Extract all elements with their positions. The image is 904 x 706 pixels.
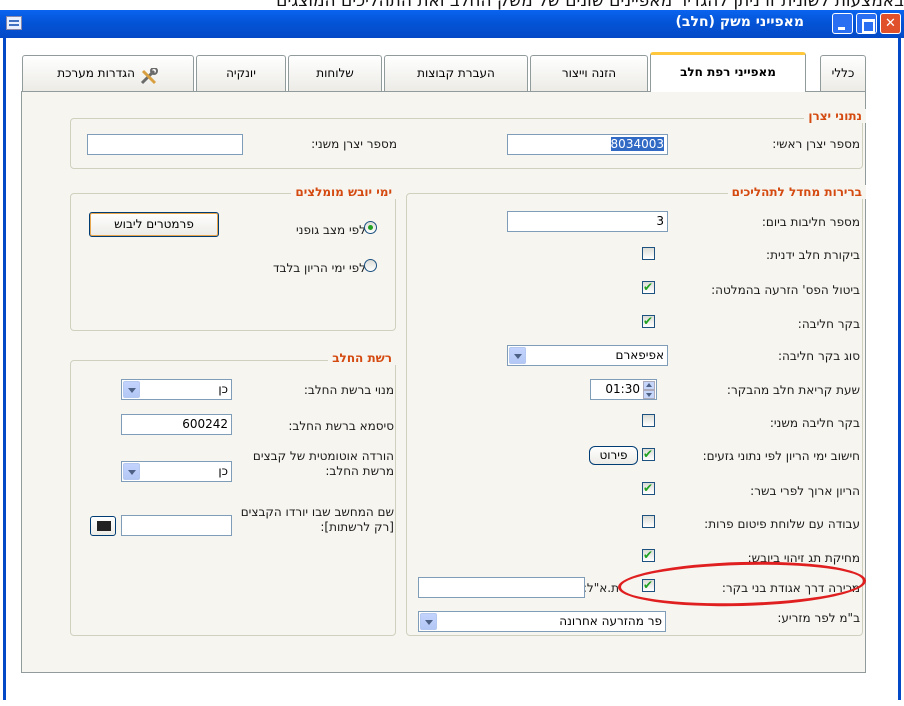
secondary-controller-label: בקר חליבה משני: (769, 416, 860, 430)
secondary-producer-label: מספר יצרן משני: (311, 137, 397, 151)
subscribed-label: מנוי ברשת החלב: (303, 383, 394, 397)
long-pregnancy-checkbox[interactable] (642, 481, 655, 495)
main-producer-input[interactable]: 8034003 (507, 134, 668, 155)
chevron-down-icon[interactable] (509, 347, 526, 364)
count-label: ב"מ לפר מזריע: (777, 611, 860, 625)
password-label: סיסמא ברשת החלב: (288, 419, 394, 433)
count-value: פר מהזרעה אחרונה (559, 614, 662, 628)
fattening-checkbox[interactable] (642, 515, 655, 528)
calc-days-checkbox[interactable] (642, 447, 655, 461)
minimize-button[interactable] (832, 13, 853, 34)
milk-network-group (70, 360, 396, 636)
secondary-controller-checkbox[interactable] (642, 414, 655, 427)
id-input[interactable] (418, 577, 585, 598)
window-title: מאפייני משק (חלב) (675, 14, 804, 30)
computer-name-label: שם המחשב שבו יורדו הקבצים [רק לרשתות]: (240, 505, 394, 534)
chevron-down-icon[interactable] (123, 381, 140, 398)
computer-icon (97, 521, 111, 531)
window-menu-icon[interactable] (6, 16, 22, 30)
controller-type-select[interactable]: אפיפארם (507, 345, 668, 366)
maximize-button[interactable] (856, 13, 877, 34)
producer-legend: נתוני יצרן (804, 109, 866, 123)
dry-days-legend: ימי יובש מומלצים (291, 185, 396, 199)
cancel-insemination-checkbox[interactable] (642, 280, 655, 294)
tab-system-settings-label: הגדרות מערכת (57, 66, 135, 80)
read-time-label: שעת קריאת חלב מהבקר: (726, 383, 860, 397)
milking-controller-label: בקר חליבה: (797, 317, 860, 331)
close-button[interactable]: ✕ (880, 13, 901, 34)
secondary-producer-input[interactable] (87, 134, 243, 155)
controller-type-value: אפיפארם (615, 348, 664, 362)
count-select[interactable]: פר מהזרעה אחרונה (418, 611, 666, 632)
long-pregnancy-label: הריון ארוך לפרי בשר: (750, 484, 860, 498)
details-button[interactable]: פירוט (589, 446, 638, 465)
tab-feeding-production[interactable]: הזנה וייצור (530, 55, 648, 91)
password-input[interactable]: 600242 (121, 414, 232, 435)
by-body-condition-radio[interactable] (364, 221, 377, 234)
browse-computer-button[interactable] (90, 516, 116, 536)
spin-down-icon[interactable] (643, 390, 655, 399)
fattening-label: עבודה עם שלוחת פיטום פרות: (704, 517, 860, 531)
dry-params-button[interactable]: פרמטרים ליבוש (89, 212, 219, 237)
controller-type-label: סוג בקר חליבה: (777, 349, 860, 363)
delete-tag-checkbox[interactable] (642, 548, 655, 562)
milkings-input[interactable]: 3 (507, 211, 668, 232)
defaults-legend: ברירות מחדל לתהליכים (727, 185, 866, 199)
tab-dairy-properties[interactable]: מאפייני רפת חלב (650, 52, 806, 92)
auto-download-value: כן (218, 464, 228, 478)
instruction-text-strip: באמצעות לשונית זו ניתן להגדיר מאפיינים ש… (0, 0, 904, 10)
id-label: ת.א"ל: (582, 581, 619, 595)
milkings-label: מספר חליבות ביום: (761, 215, 860, 229)
tab-branches[interactable]: שלוחות (288, 55, 382, 91)
computer-name-input[interactable] (121, 515, 232, 536)
calc-days-label: חישוב ימי הריון לפי נתוני גזעים: (702, 449, 860, 463)
manual-check-label: ביקורת חלב ידנית: (766, 248, 860, 262)
auto-download-label: הורדה אוטומטית של קבצים מרשת החלב: (252, 449, 394, 478)
by-pregnancy-days-label: לפי ימי הריון בלבד (272, 261, 366, 275)
tab-system-settings[interactable]: הגדרות מערכת (22, 55, 194, 91)
chevron-down-icon[interactable] (420, 613, 437, 630)
chevron-down-icon[interactable] (123, 463, 140, 480)
spin-up-icon[interactable] (643, 381, 655, 390)
tab-group-transfer[interactable]: העברת קבוצות (384, 55, 528, 91)
tab-general[interactable]: כללי (820, 55, 866, 91)
tab-nursery[interactable]: יונקיה (196, 55, 286, 91)
by-body-condition-label: לפי מצב גופני (295, 223, 366, 237)
by-pregnancy-days-radio[interactable] (364, 259, 377, 272)
milk-network-legend: רשת החלב (328, 351, 396, 365)
cancel-insemination-label: ביטול הפס' הזרעה בהמלטה: (711, 283, 860, 297)
tools-icon (139, 65, 159, 84)
manual-check-checkbox[interactable] (642, 247, 655, 260)
milking-controller-checkbox[interactable] (642, 314, 655, 328)
main-producer-label: מספר יצרן ראשי: (772, 137, 860, 151)
subscribed-value: כן (218, 382, 228, 396)
